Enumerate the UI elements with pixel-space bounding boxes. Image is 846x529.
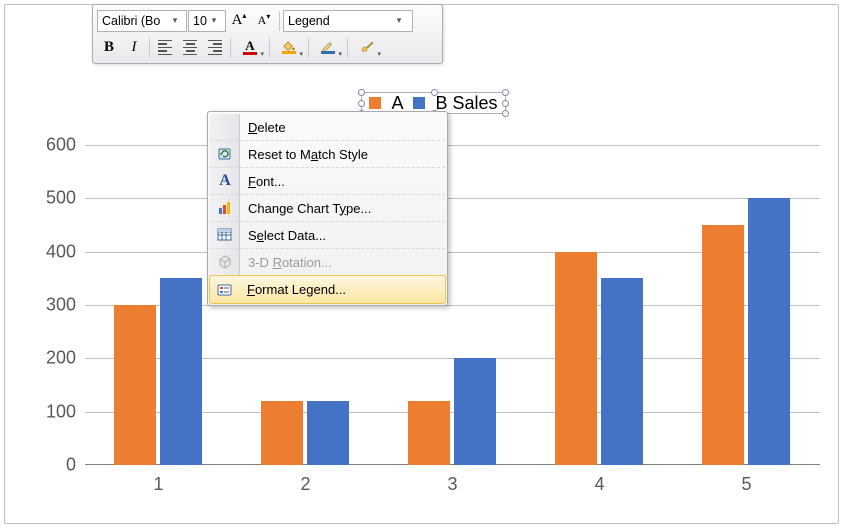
selection-handle[interactable] [431, 89, 438, 96]
toolbar-separator [347, 38, 348, 58]
dropdown-arrow-icon[interactable]: ▾ [377, 50, 381, 58]
align-right-button[interactable] [203, 36, 227, 60]
x-tick-label: 2 [300, 474, 310, 495]
selection-handle[interactable] [502, 89, 509, 96]
brush-icon [359, 38, 375, 57]
font-size-value: 10 [189, 14, 207, 28]
font-color-button[interactable]: A ▾ [234, 36, 266, 60]
font-size-combo[interactable]: 10 ▾ [188, 10, 226, 32]
align-right-icon [208, 40, 222, 56]
shape-effects-button[interactable]: ▾ [351, 36, 383, 60]
shape-fill-button[interactable]: ▾ [273, 36, 305, 60]
bar-b-sales[interactable] [307, 401, 349, 465]
dropdown-arrow-icon[interactable]: ▾ [392, 15, 406, 26]
x-tick-label: 1 [153, 474, 163, 495]
rotation-3d-icon [216, 253, 234, 271]
selection-handle[interactable] [358, 100, 365, 107]
font-family-value: Calibri (Bo [98, 14, 168, 28]
reset-style-icon [216, 145, 234, 163]
font-icon: A [216, 172, 234, 190]
bar-b-sales[interactable] [160, 278, 202, 465]
shape-outline-button[interactable]: ▾ [312, 36, 344, 60]
bar-container [85, 145, 820, 465]
chart-type-icon [216, 199, 234, 217]
toolbar-separator [308, 38, 309, 58]
x-axis-labels: 1 2 3 4 5 [85, 469, 820, 495]
toolbar-separator [279, 11, 280, 31]
bar-a[interactable] [261, 401, 303, 465]
selection-handle[interactable] [502, 110, 509, 117]
y-tick-label: 500 [46, 188, 76, 209]
align-center-button[interactable] [178, 36, 202, 60]
bar-b-sales[interactable] [748, 198, 790, 465]
legend-context-menu[interactable]: Delete Reset to Match Style A Font... Ch… [207, 111, 448, 306]
dropdown-arrow-icon[interactable]: ▾ [168, 15, 182, 26]
legend-swatch-b [413, 97, 425, 109]
align-center-icon [183, 40, 197, 56]
paint-bucket-icon [282, 41, 296, 55]
menu-item-change-chart-type[interactable]: Change Chart Type... [210, 195, 445, 222]
y-tick-label: 0 [66, 455, 76, 476]
y-tick-label: 200 [46, 348, 76, 369]
format-legend-icon [216, 281, 234, 299]
dropdown-arrow-icon[interactable]: ▾ [338, 50, 342, 58]
menu-item-delete[interactable]: Delete [210, 114, 445, 141]
y-tick-label: 100 [46, 401, 76, 422]
toolbar-separator [269, 38, 270, 58]
font-color-icon: A [243, 40, 257, 55]
menu-item-select-data[interactable]: Select Data... [210, 222, 445, 249]
dropdown-arrow-icon[interactable]: ▾ [260, 50, 264, 58]
dropdown-arrow-icon[interactable]: ▾ [299, 50, 303, 58]
menu-item-format-legend[interactable]: Format Legend... [209, 275, 446, 304]
dropdown-arrow-icon[interactable]: ▾ [207, 15, 221, 26]
bar-a[interactable] [114, 305, 156, 465]
y-axis: 0100200300400500600 [30, 145, 80, 465]
align-left-icon [158, 40, 172, 56]
italic-button[interactable]: I [122, 36, 146, 60]
toolbar-separator [149, 38, 150, 58]
chart-element-value: Legend [284, 14, 392, 28]
x-tick-label: 3 [447, 474, 457, 495]
bar-b-sales[interactable] [454, 358, 496, 465]
blank-icon [216, 118, 234, 136]
font-family-combo[interactable]: Calibri (Bo ▾ [97, 10, 187, 32]
y-tick-label: 300 [46, 295, 76, 316]
menu-item-font[interactable]: A Font... [210, 168, 445, 195]
selection-handle[interactable] [358, 89, 365, 96]
y-tick-label: 400 [46, 241, 76, 262]
select-data-icon [216, 226, 234, 244]
bar-a[interactable] [702, 225, 744, 465]
pencil-icon [321, 41, 335, 55]
chart-element-combo[interactable]: Legend ▾ [283, 10, 413, 32]
legend-swatch-a [369, 97, 381, 109]
mini-format-toolbar[interactable]: Calibri (Bo ▾ 10 ▾ A▴ A▾ Legend ▾ B I A … [92, 4, 443, 64]
menu-item-reset-style[interactable]: Reset to Match Style [210, 141, 445, 168]
bold-button[interactable]: B [97, 36, 121, 60]
selection-handle[interactable] [502, 100, 509, 107]
y-tick-label: 600 [46, 135, 76, 156]
grow-font-button[interactable]: A▴ [227, 9, 251, 33]
x-tick-label: 5 [741, 474, 751, 495]
toolbar-separator [230, 38, 231, 58]
menu-item-3d-rotation: 3-D Rotation... [210, 249, 445, 276]
shrink-font-button[interactable]: A▾ [252, 9, 276, 33]
bar-a[interactable] [555, 252, 597, 465]
x-tick-label: 4 [594, 474, 604, 495]
bar-b-sales[interactable] [601, 278, 643, 465]
bar-a[interactable] [408, 401, 450, 465]
align-left-button[interactable] [153, 36, 177, 60]
